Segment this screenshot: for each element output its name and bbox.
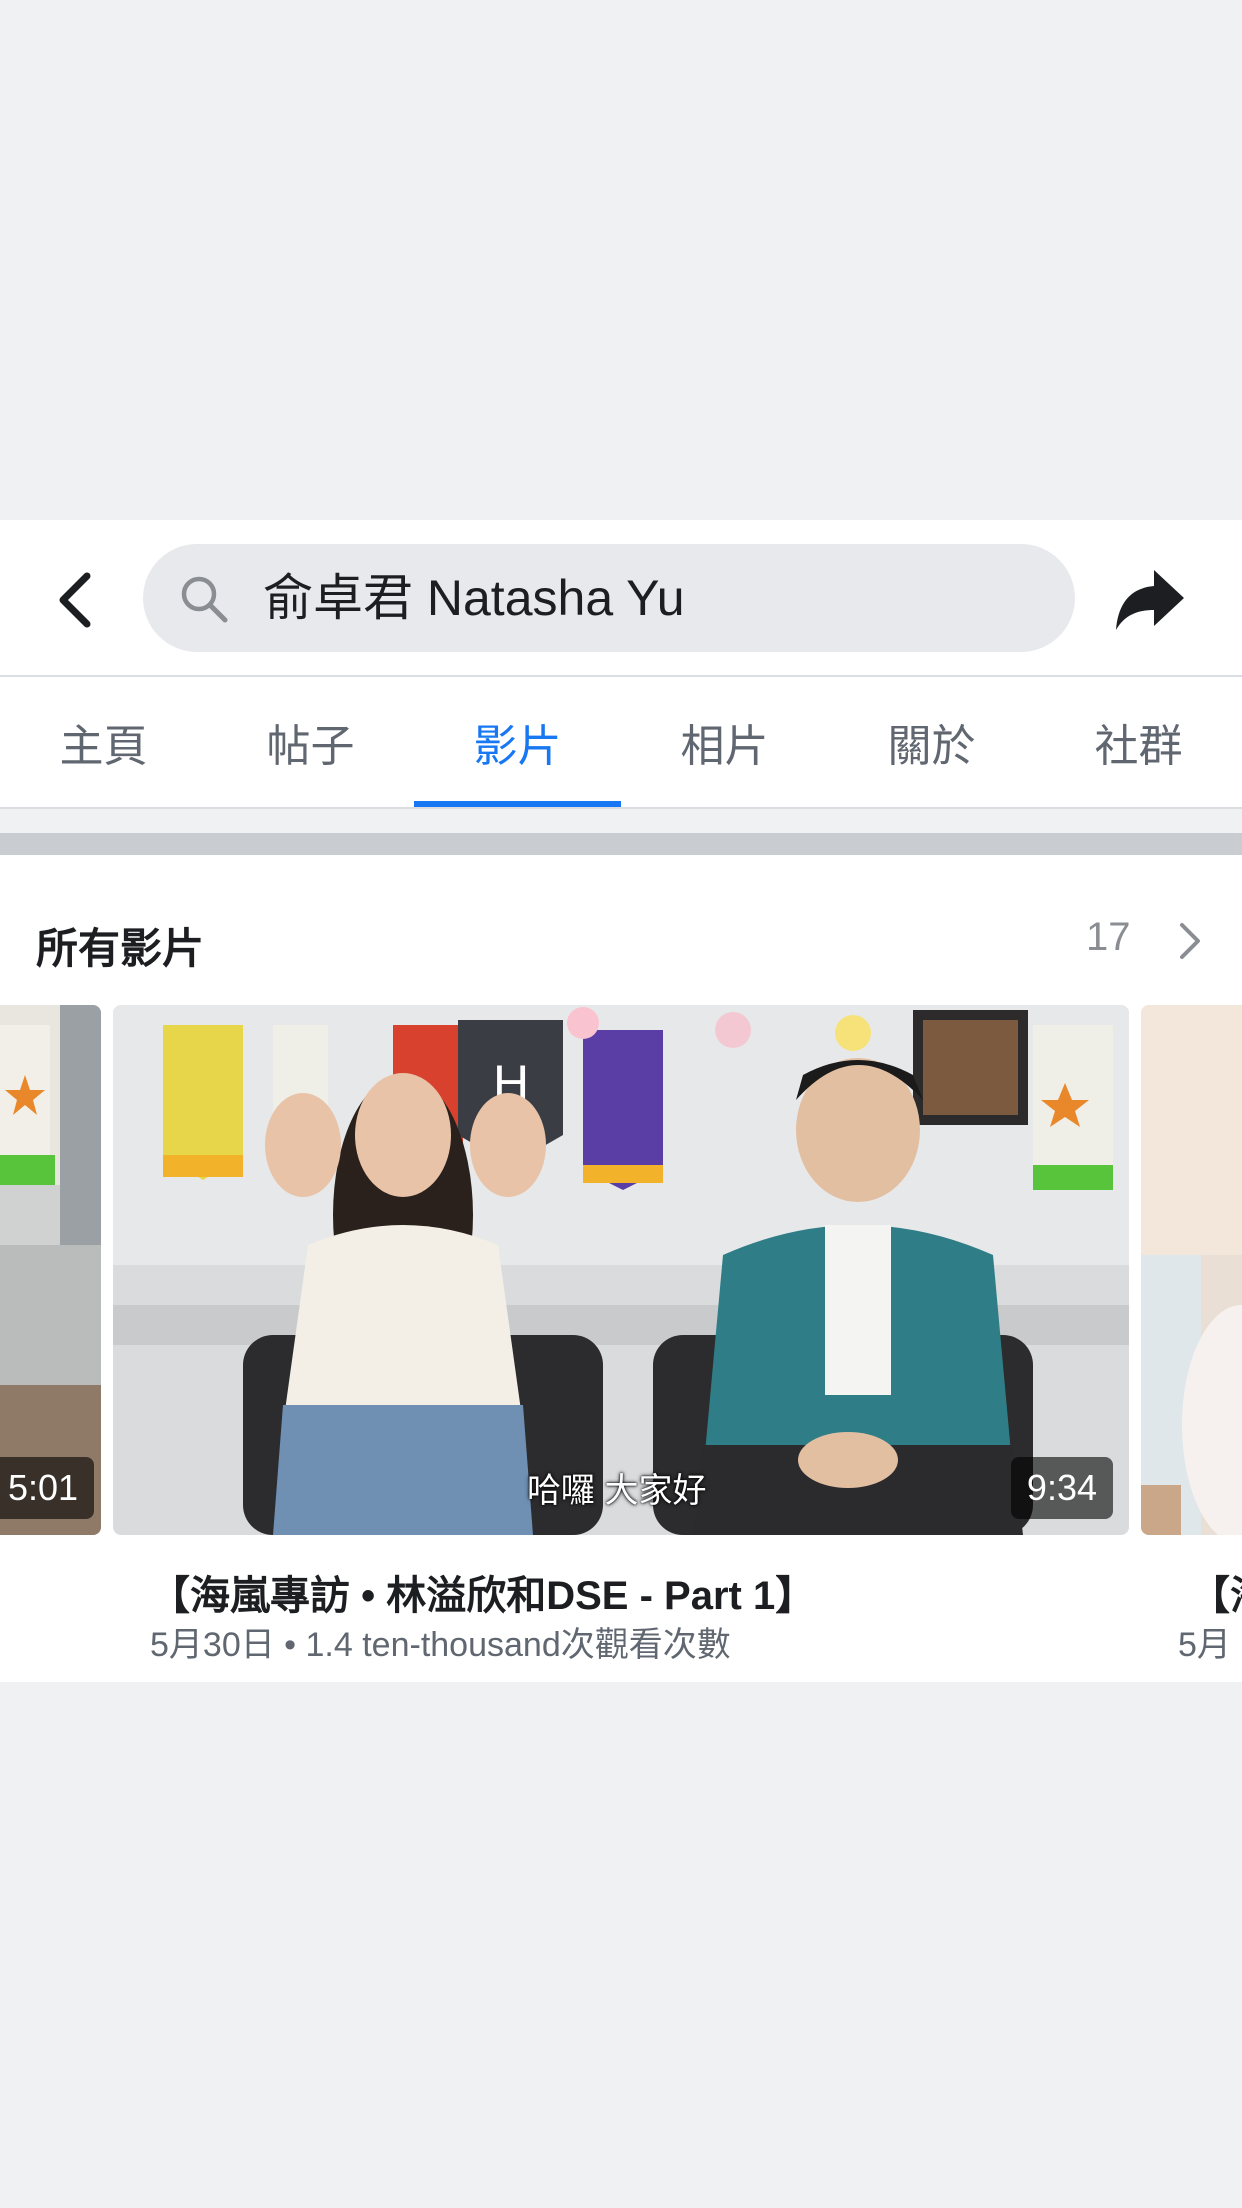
section-title: 所有影片 xyxy=(36,925,205,972)
video-card-previous[interactable]: 5:01 xyxy=(0,1005,101,1535)
video-card-next[interactable] xyxy=(1141,1005,1242,1535)
chevron-right-icon[interactable] xyxy=(1170,917,1210,965)
page: 俞卓君 Natasha Yu 主頁 帖子 影片 相片 關於 社群 所有影片 17 xyxy=(0,0,1242,2208)
tab-videos[interactable]: 影片 xyxy=(414,677,621,807)
video-subtitle: 哈囉 大家好 xyxy=(527,1472,707,1510)
video-title[interactable]: 【海嵐專訪 • 林溢欣和DSE - Part 1】 xyxy=(150,1563,815,1621)
video-card[interactable]: H C xyxy=(113,1005,1129,1535)
top-bar: 俞卓君 Natasha Yu xyxy=(0,520,1242,677)
video-thumbnail xyxy=(0,1005,101,1535)
video-duration: 9:34 xyxy=(1010,1457,1113,1519)
all-videos-section: 所有影片 17 5:01 H 哈囉 大家好 9:34 【海嵐專訪 • 林溢欣和D… xyxy=(0,855,1242,1682)
video-meta: 5月30日 • 1.4 ten-thousand次觀看次數 xyxy=(150,1626,731,1664)
tab-community[interactable]: 社群 xyxy=(1035,677,1242,807)
video-duration: 5:01 xyxy=(0,1457,95,1519)
tab-bar: 主頁 帖子 影片 相片 關於 社群 xyxy=(0,677,1242,809)
chevron-left-icon xyxy=(59,572,91,628)
next-video-meta: 5月 xyxy=(1178,1626,1231,1664)
next-video-title[interactable]: 【海 xyxy=(1190,1563,1242,1621)
video-count[interactable]: 17 xyxy=(1086,915,1131,960)
tab-about[interactable]: 關於 xyxy=(828,677,1035,807)
search-text: 俞卓君 Natasha Yu xyxy=(263,570,685,626)
tab-home[interactable]: 主頁 xyxy=(0,677,207,807)
video-thumbnail: H C xyxy=(113,1005,1129,1535)
share-arrow-icon xyxy=(1116,570,1184,630)
section-divider xyxy=(0,833,1242,855)
search-bar[interactable]: 俞卓君 Natasha Yu xyxy=(143,544,1075,652)
search-icon xyxy=(181,576,228,623)
video-thumbnail xyxy=(1141,1005,1242,1535)
back-button[interactable] xyxy=(45,560,105,640)
share-button[interactable] xyxy=(1105,555,1195,645)
tab-posts[interactable]: 帖子 xyxy=(207,677,414,807)
tab-photos[interactable]: 相片 xyxy=(621,677,828,807)
